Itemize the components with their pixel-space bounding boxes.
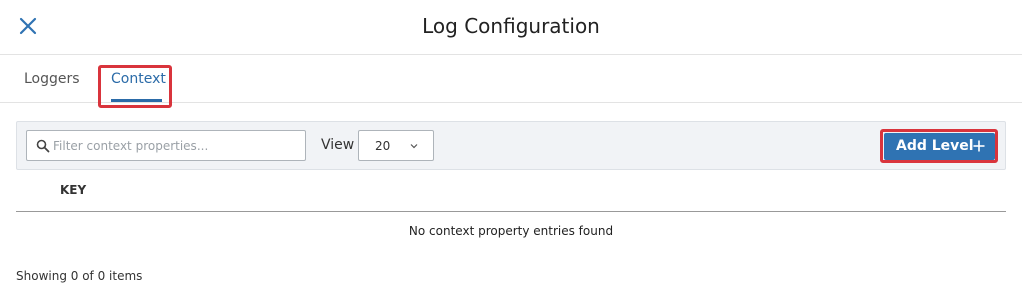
view-label: View: [321, 137, 355, 153]
add-level-highlight: [880, 129, 998, 163]
page-size-select[interactable]: 20: [358, 130, 434, 161]
search-icon: [36, 139, 50, 153]
page-title: Log Configuration: [422, 14, 600, 38]
context-tab-highlight: [98, 65, 172, 108]
empty-state-message: No context property entries found: [408, 224, 614, 238]
column-header-key[interactable]: KEY: [60, 183, 86, 197]
search-input[interactable]: [53, 131, 301, 160]
dialog-header: Log Configuration: [0, 0, 1022, 55]
search-field: [26, 130, 306, 161]
tab-loggers[interactable]: Loggers: [24, 71, 80, 87]
toolbar: View 20 Add Level: [16, 121, 1006, 170]
pagination-status: Showing 0 of 0 items: [16, 269, 143, 283]
chevron-down-icon: [410, 144, 418, 149]
table-header-divider: [16, 211, 1006, 212]
page-size-value: 20: [375, 139, 391, 153]
